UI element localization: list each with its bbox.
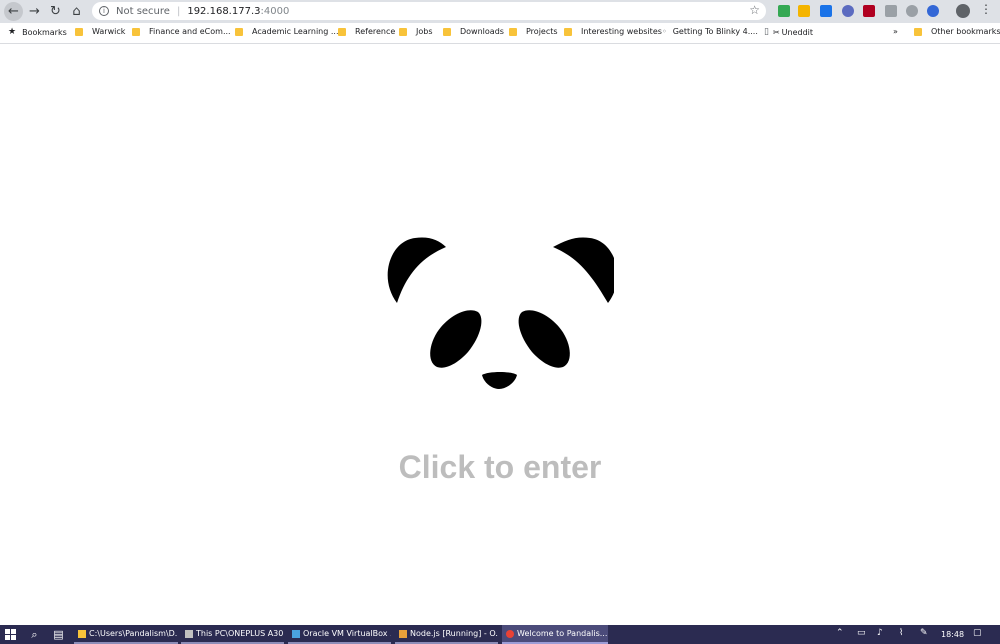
forward-button[interactable]: → [25, 2, 44, 21]
bookmark-downloads[interactable]: Downloads [443, 27, 504, 36]
chrome-icon [506, 629, 514, 638]
clock[interactable]: 18:48 [941, 630, 964, 639]
taskbar-item-explorer[interactable]: C:\Users\Pandalism\D... [74, 625, 178, 644]
menu-icon[interactable]: ⋮ [980, 2, 992, 16]
bookmark-label: Interesting websites [581, 27, 662, 36]
info-icon[interactable]: i [99, 6, 109, 16]
browser-toolbar: ← → ↻ ⌂ i Not secure | 192.168.177.3:400… [0, 0, 1000, 23]
bookmark-label: Projects [526, 27, 558, 36]
search-icon[interactable]: ⌕ [27, 627, 42, 642]
reload-button[interactable]: ↻ [46, 2, 65, 21]
panda-left-ear [387, 237, 446, 303]
extension-icon-2[interactable] [798, 5, 810, 17]
task-label: Welcome to Pandalis... [517, 629, 608, 638]
bookmark-other[interactable]: Other bookmarks [914, 27, 1000, 36]
bookmark-label: Getting To Blinky 4.... [672, 27, 758, 36]
bookmark-bookmarks[interactable]: ★ Bookmarks [8, 27, 67, 37]
extension-icon-1[interactable] [778, 5, 790, 17]
bookmark-label: Jobs [416, 27, 433, 36]
bookmark-label: Finance and eCom... [149, 27, 231, 36]
panda-nose [482, 372, 517, 389]
taskbar-item-phone[interactable]: This PC\ONEPLUS A30... [181, 625, 284, 644]
extension-icon-6[interactable] [885, 5, 897, 17]
windows-start-icon[interactable] [3, 627, 18, 642]
bookmark-label: Academic Learning ... [252, 27, 339, 36]
extension-icon-4[interactable] [842, 5, 854, 17]
extension-icon-3[interactable] [820, 5, 832, 17]
notifications-icon[interactable]: ▢ [973, 628, 982, 638]
task-view-icon[interactable]: ▤ [51, 627, 66, 642]
panda-logo[interactable] [384, 236, 614, 391]
task-label: C:\Users\Pandalism\D... [89, 629, 178, 638]
bookmark-interesting[interactable]: Interesting websites [564, 27, 662, 36]
virtualbox-icon [292, 629, 300, 638]
url-host: 192.168.177.3 [187, 5, 261, 17]
bookmark-finance[interactable]: Finance and eCom... [132, 27, 231, 36]
bookmark-label: Warwick [92, 27, 126, 36]
folder-icon [75, 27, 83, 36]
task-label: Node.js [Running] - O... [410, 629, 498, 638]
scissors-icon: ✂ [772, 27, 780, 37]
bookmark-blinky[interactable]: ◦ Getting To Blinky 4.... [662, 27, 758, 36]
taskbar-item-virtualbox[interactable]: Oracle VM VirtualBox ... [288, 625, 391, 644]
bookmark-reference[interactable]: Reference [338, 27, 395, 36]
url-port: :4000 [260, 5, 290, 17]
phone-icon [185, 629, 193, 638]
bookmark-academic[interactable]: Academic Learning ... [235, 27, 339, 36]
taskbar-item-node[interactable]: Node.js [Running] - O... [395, 625, 498, 644]
folder-icon [235, 27, 243, 36]
page-icon: ◦ [662, 27, 667, 36]
pen-icon[interactable]: ✎ [920, 628, 928, 638]
bookmark-label: Downloads [460, 27, 504, 36]
task-label: Oracle VM VirtualBox ... [303, 629, 391, 638]
folder-icon [78, 629, 86, 638]
bookmarks-bar: ★ Bookmarks Warwick Finance and eCom... A… [0, 23, 1000, 44]
bookmark-projects[interactable]: Projects [509, 27, 558, 36]
back-button[interactable]: ← [4, 2, 23, 21]
page-icon: ▯ [764, 27, 769, 37]
bookmark-label: Other bookmarks [931, 27, 1000, 36]
star-icon: ★ [8, 27, 17, 37]
bookmark-jobs[interactable]: Jobs [399, 27, 433, 36]
bookmark-label: Reference [355, 27, 396, 36]
click-to-enter-text[interactable]: Click to enter [0, 449, 1000, 486]
extension-icon-8[interactable] [927, 5, 939, 17]
security-label: Not secure [116, 5, 170, 17]
network-icon[interactable]: ⌇ [899, 628, 903, 638]
panda-left-eye [430, 310, 482, 368]
home-button[interactable]: ⌂ [67, 2, 86, 21]
bookmarks-overflow-button[interactable]: » [893, 27, 898, 36]
url-separator: | [176, 5, 181, 17]
panda-right-eye [518, 310, 570, 368]
folder-icon [914, 27, 922, 36]
bookmark-star-icon[interactable]: ☆ [749, 3, 760, 17]
bookmark-uneddit[interactable]: ▯ ✂ Uneddit [764, 27, 813, 37]
battery-icon[interactable]: ▭ [857, 628, 866, 638]
ublock-icon[interactable] [863, 5, 875, 17]
bookmark-warwick[interactable]: Warwick [75, 27, 125, 36]
folder-icon [443, 27, 451, 36]
panda-right-ear [553, 237, 614, 303]
folder-icon [399, 27, 407, 36]
bookmark-label: Uneddit [781, 27, 814, 37]
extension-icon-7[interactable] [906, 5, 918, 17]
windows-taskbar: ⌕ ▤ C:\Users\Pandalism\D... This PC\ONEP… [0, 625, 1000, 644]
profile-avatar-icon[interactable] [956, 4, 970, 18]
node-icon [399, 629, 407, 638]
bookmark-label: Bookmarks [22, 27, 67, 37]
overflow-chevron-icon: » [893, 27, 898, 36]
folder-icon [564, 27, 572, 36]
address-bar[interactable]: i Not secure | 192.168.177.3:4000 ☆ [92, 2, 766, 20]
taskbar-item-chrome[interactable]: Welcome to Pandalis... [502, 625, 608, 644]
task-label: This PC\ONEPLUS A30... [196, 629, 284, 638]
folder-icon [132, 27, 140, 36]
folder-icon [338, 27, 346, 36]
volume-icon[interactable]: ♪ [877, 628, 883, 638]
folder-icon [509, 27, 517, 36]
chevron-up-icon[interactable]: ⌃ [836, 628, 844, 638]
